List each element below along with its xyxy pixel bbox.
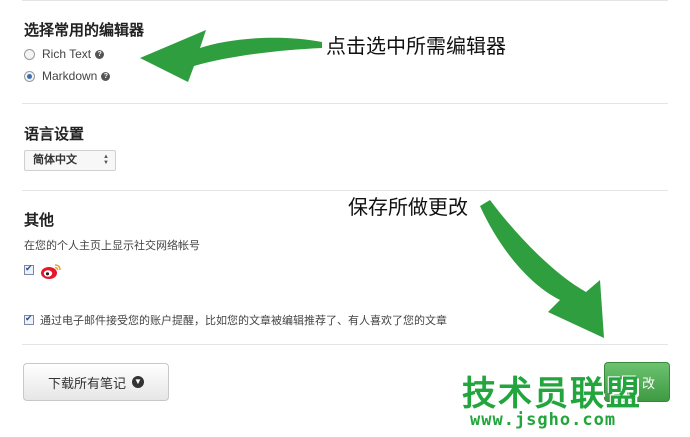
email-notification-row[interactable]: 通过电子邮件接受您的账户提醒，比如您的文章被编辑推荐了、有人喜欢了您的文章 [24,312,447,328]
language-section-title: 语言设置 [24,126,85,143]
email-notification-label: 通过电子邮件接受您的账户提醒，比如您的文章被编辑推荐了、有人喜欢了您的文章 [40,315,447,327]
weibo-checkbox[interactable] [24,263,34,275]
save-annotation-text: 保存所做更改 [348,197,468,219]
radio-markdown-circle[interactable] [24,70,35,82]
section-divider [22,344,668,345]
weibo-icon [41,264,61,279]
radio-markdown-label: Markdown [42,69,98,83]
email-notification-checkbox[interactable] [24,313,34,325]
watermark-logo: 技术员联盟 [462,375,642,413]
radio-rich-text[interactable]: Rich Text ? [24,47,105,61]
language-select-value: 简体中文 [33,154,77,166]
editor-section-title: 选择常用的编辑器 [24,22,145,39]
download-arrow-icon: ▼ [132,376,144,388]
radio-markdown[interactable]: Markdown ? [24,69,111,83]
download-all-notes-button[interactable]: 下载所有笔记 ▼ [23,363,169,401]
download-button-label: 下载所有笔记 [47,375,126,391]
settings-page: 选择常用的编辑器 Rich Text ? Markdown ? 语言设置 简体中… [0,0,690,437]
save-annotation-arrow [480,200,604,338]
help-icon[interactable]: ? [95,49,105,59]
editor-annotation-arrow [140,30,322,82]
radio-rich-text-circle[interactable] [24,48,35,60]
social-accounts-description: 在您的个人主页上显示社交网络帐号 [24,240,200,252]
help-icon[interactable]: ? [101,71,111,81]
editor-annotation-text: 点击选中所需编辑器 [326,36,506,58]
watermark-url: www.jsgho.com [470,410,617,430]
other-section-title: 其他 [24,212,55,229]
section-divider [22,103,668,104]
radio-rich-text-label: Rich Text [42,47,92,61]
language-select[interactable]: 简体中文 ▲ ▼ [24,150,116,171]
top-divider [22,0,668,1]
save-button-label: 改 [641,375,655,391]
select-arrows-icon: ▲ ▼ [103,154,109,166]
section-divider [22,190,668,191]
